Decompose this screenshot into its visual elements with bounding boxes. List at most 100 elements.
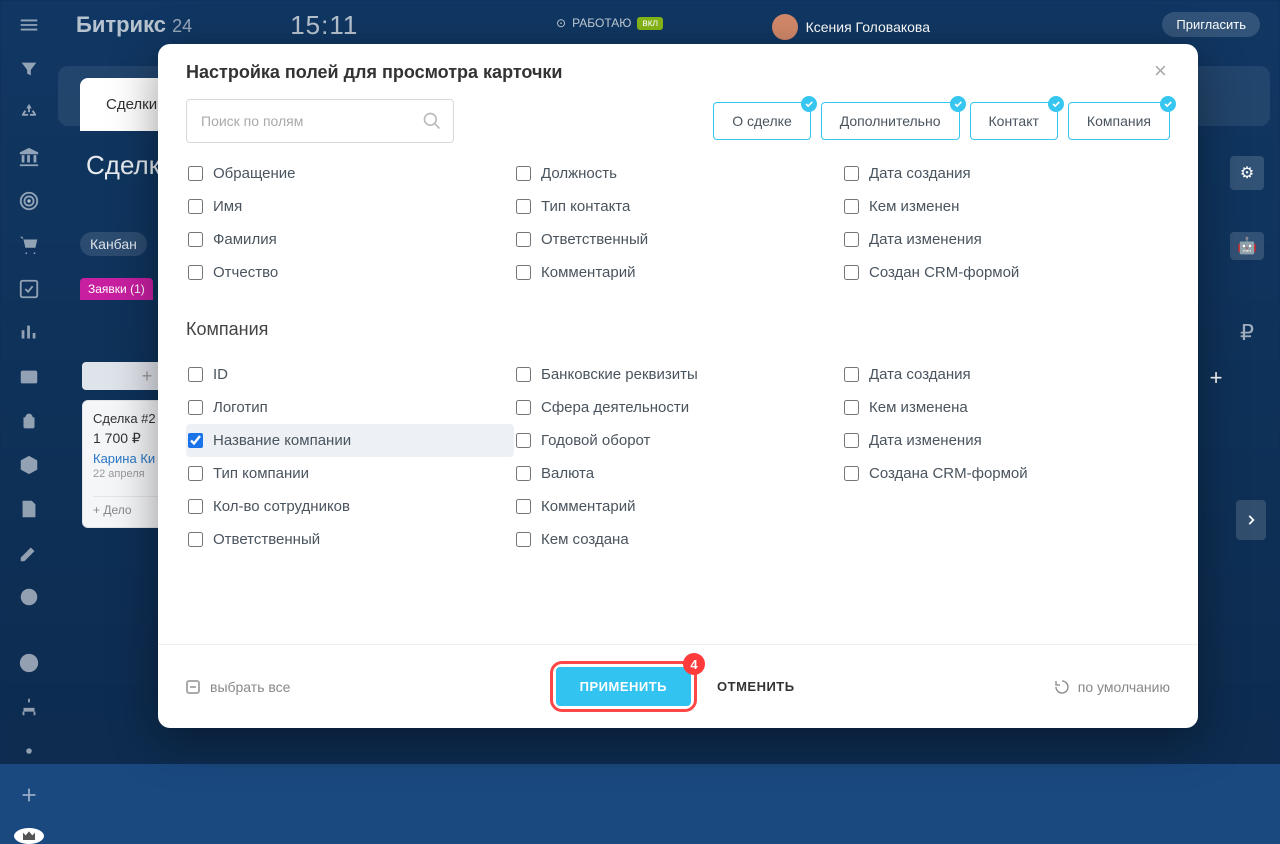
- filter-icon[interactable]: [18, 58, 40, 80]
- invite-button[interactable]: Пригласить: [1162, 12, 1260, 37]
- field-checkbox[interactable]: [188, 466, 203, 481]
- field-checkbox[interactable]: [516, 433, 531, 448]
- field-checkbox[interactable]: [188, 499, 203, 514]
- field-item[interactable]: Ответственный: [514, 223, 842, 256]
- field-checkbox[interactable]: [188, 367, 203, 382]
- field-item[interactable]: Валюта: [514, 457, 842, 490]
- field-item[interactable]: Должность: [514, 157, 842, 190]
- target-icon[interactable]: [18, 190, 40, 212]
- field-label: Логотип: [213, 399, 268, 416]
- sitemap-icon[interactable]: [18, 696, 40, 718]
- field-item[interactable]: Тип компании: [186, 457, 514, 490]
- plus-icon[interactable]: [18, 784, 40, 806]
- field-checkbox[interactable]: [844, 400, 859, 415]
- close-icon[interactable]: ×: [1154, 62, 1174, 82]
- field-checkbox[interactable]: [188, 433, 203, 448]
- field-checkbox[interactable]: [516, 265, 531, 280]
- field-checkbox[interactable]: [188, 265, 203, 280]
- settings-button[interactable]: ⚙: [1230, 156, 1264, 190]
- recycle-icon[interactable]: [18, 102, 40, 124]
- field-checkbox[interactable]: [844, 466, 859, 481]
- cancel-button[interactable]: ОТМЕНИТЬ: [717, 679, 795, 694]
- edit-doc-icon[interactable]: [18, 498, 40, 520]
- field-item[interactable]: Дата создания: [842, 157, 1170, 190]
- id-card-icon[interactable]: [18, 366, 40, 388]
- field-item[interactable]: Дата создания: [842, 358, 1170, 391]
- view-kanban[interactable]: Канбан: [80, 232, 147, 256]
- field-checkbox[interactable]: [844, 433, 859, 448]
- group-tab-0[interactable]: О сделке: [713, 102, 811, 140]
- field-checkbox[interactable]: [516, 367, 531, 382]
- clock-icon[interactable]: [18, 586, 40, 608]
- field-item[interactable]: Название компании: [186, 424, 514, 457]
- field-item[interactable]: Обращение: [186, 157, 514, 190]
- field-item[interactable]: Комментарий: [514, 490, 842, 523]
- field-label: Банковские реквизиты: [541, 366, 698, 383]
- field-item[interactable]: Дата изменения: [842, 223, 1170, 256]
- search-input[interactable]: [186, 99, 454, 143]
- reset-default[interactable]: по умолчанию: [1054, 679, 1170, 695]
- field-item[interactable]: Кем изменена: [842, 391, 1170, 424]
- field-checkbox[interactable]: [516, 532, 531, 547]
- field-checkbox[interactable]: [844, 367, 859, 382]
- field-item[interactable]: Имя: [186, 190, 514, 223]
- field-item[interactable]: Сфера деятельности: [514, 391, 842, 424]
- field-label: Ответственный: [541, 231, 648, 248]
- field-checkbox[interactable]: [516, 466, 531, 481]
- field-item[interactable]: Отчество: [186, 256, 514, 289]
- box-icon[interactable]: [18, 454, 40, 476]
- field-item[interactable]: Годовой оборот: [514, 424, 842, 457]
- field-checkbox[interactable]: [844, 265, 859, 280]
- field-checkbox[interactable]: [844, 232, 859, 247]
- field-checkbox[interactable]: [844, 166, 859, 181]
- crown-icon[interactable]: [14, 828, 44, 844]
- help-icon[interactable]: [18, 652, 40, 674]
- user-menu[interactable]: Ксения Головакова: [772, 14, 930, 40]
- field-item[interactable]: ID: [186, 358, 514, 391]
- field-checkbox[interactable]: [516, 166, 531, 181]
- bank-icon[interactable]: [18, 146, 40, 168]
- android-icon[interactable]: [18, 410, 40, 432]
- apply-button[interactable]: ПРИМЕНИТЬ: [556, 667, 691, 706]
- field-item[interactable]: Создан CRM-формой: [842, 256, 1170, 289]
- pencil-icon[interactable]: [18, 542, 40, 564]
- group-tab-2[interactable]: Контакт: [970, 102, 1058, 140]
- field-item[interactable]: Кем создана: [514, 523, 842, 556]
- field-item[interactable]: Фамилия: [186, 223, 514, 256]
- field-item[interactable]: Банковские реквизиты: [514, 358, 842, 391]
- select-all[interactable]: выбрать все: [186, 679, 290, 695]
- add-column[interactable]: +: [1202, 364, 1230, 392]
- header-clock: 15:11: [290, 10, 358, 41]
- field-item[interactable]: Кем изменен: [842, 190, 1170, 223]
- chart-icon[interactable]: [18, 322, 40, 344]
- field-item[interactable]: Логотип: [186, 391, 514, 424]
- field-checkbox[interactable]: [188, 400, 203, 415]
- robot-button[interactable]: 🤖: [1230, 232, 1264, 260]
- field-item[interactable]: Кол-во сотрудников: [186, 490, 514, 523]
- field-item[interactable]: Тип контакта: [514, 190, 842, 223]
- field-item[interactable]: Комментарий: [514, 256, 842, 289]
- gear-icon[interactable]: [18, 740, 40, 762]
- scroll-right[interactable]: [1236, 500, 1266, 540]
- field-label: Годовой оборот: [541, 432, 650, 449]
- field-label: Должность: [541, 165, 617, 182]
- field-checkbox[interactable]: [516, 199, 531, 214]
- field-item[interactable]: Ответственный: [186, 523, 514, 556]
- group-tab-1[interactable]: Дополнительно: [821, 102, 960, 140]
- field-checkbox[interactable]: [188, 166, 203, 181]
- check-icon[interactable]: [18, 278, 40, 300]
- field-checkbox[interactable]: [516, 232, 531, 247]
- field-checkbox[interactable]: [188, 232, 203, 247]
- field-checkbox[interactable]: [188, 532, 203, 547]
- field-checkbox[interactable]: [188, 199, 203, 214]
- left-rail: [0, 0, 58, 764]
- field-item[interactable]: Создана CRM-формой: [842, 457, 1170, 490]
- cart-icon[interactable]: [18, 234, 40, 256]
- field-item[interactable]: Дата изменения: [842, 424, 1170, 457]
- stage-zayavki[interactable]: Заявки (1): [80, 278, 153, 300]
- group-tab-3[interactable]: Компания: [1068, 102, 1170, 140]
- menu-icon[interactable]: [18, 14, 40, 36]
- field-checkbox[interactable]: [516, 400, 531, 415]
- field-checkbox[interactable]: [516, 499, 531, 514]
- field-checkbox[interactable]: [844, 199, 859, 214]
